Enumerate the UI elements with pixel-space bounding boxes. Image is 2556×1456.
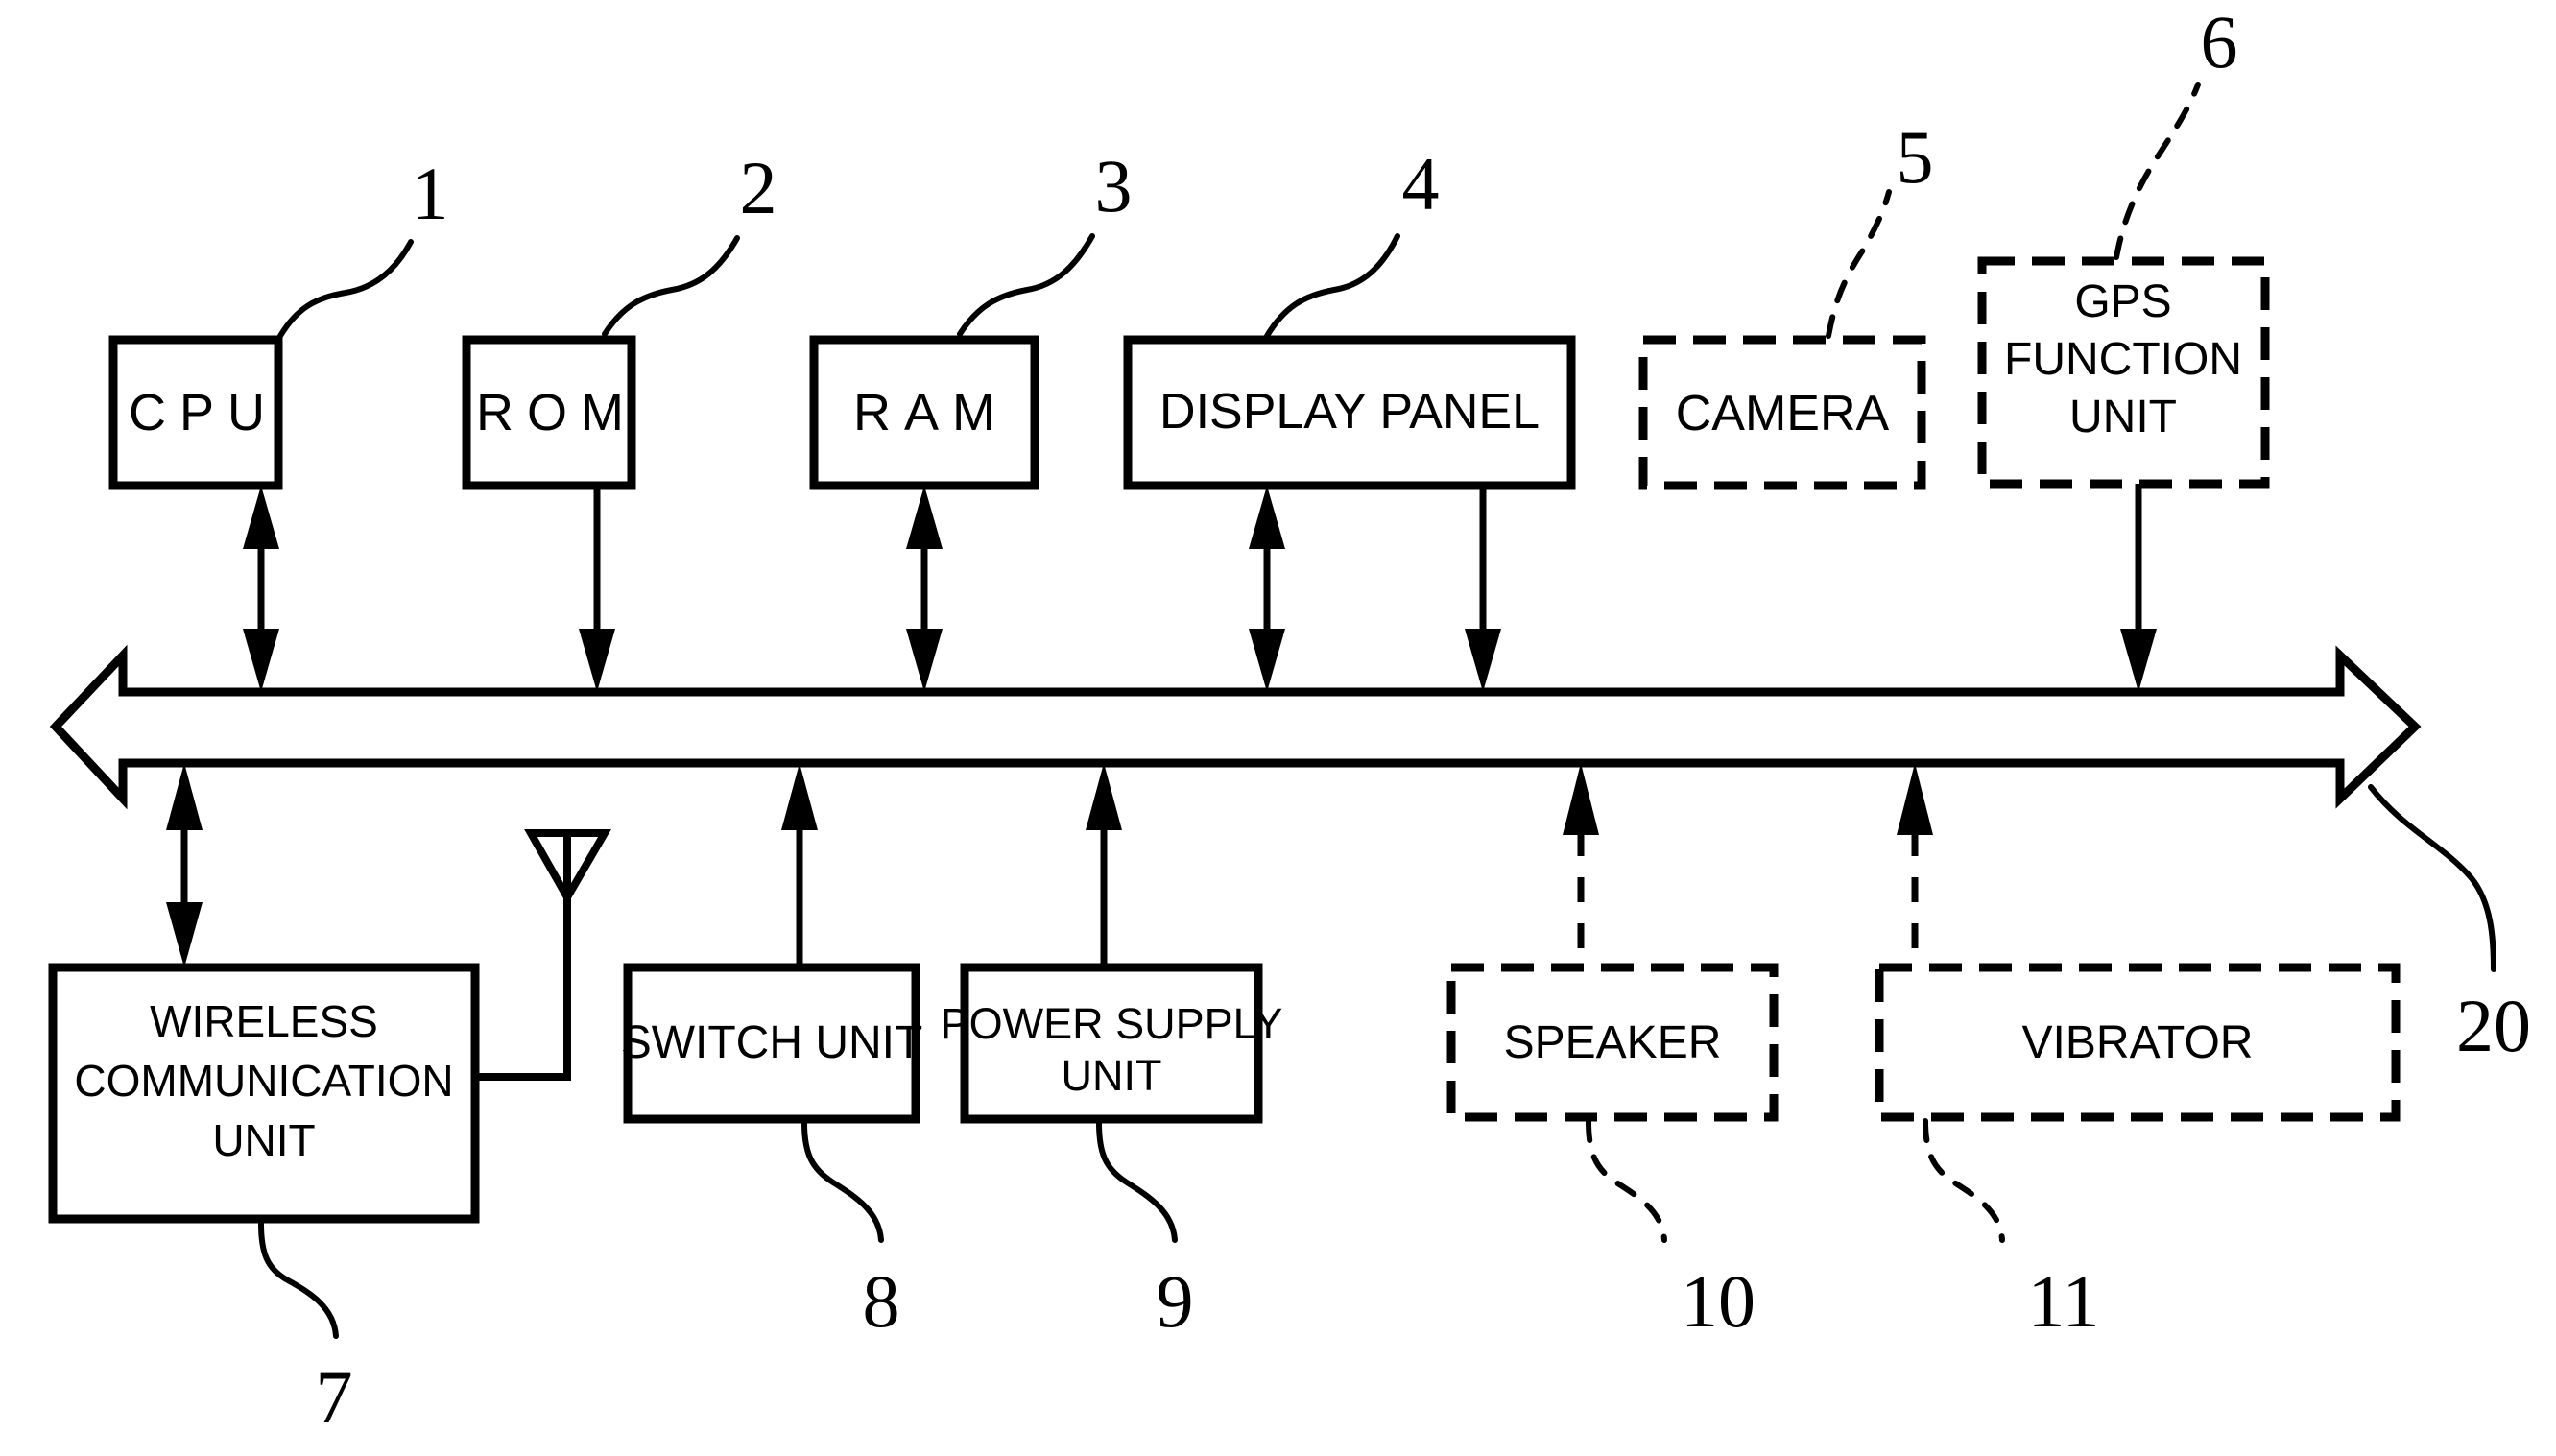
connector-gps-bus: [2120, 484, 2157, 692]
arrowhead-up-switch: [781, 763, 818, 830]
ref-leader-speaker: [1586, 1118, 1667, 1243]
arrowhead-down-camera: [1465, 629, 1501, 692]
arrowhead-up-ram: [906, 486, 943, 549]
block-power-label-line1: POWER SUPPLY: [941, 999, 1283, 1048]
connector-vibrator-bus: [1897, 763, 1933, 967]
connector-switch-bus: [781, 763, 818, 967]
block-power-label-line2: UNIT: [1062, 1051, 1162, 1100]
arrowhead-up-cpu: [243, 486, 279, 549]
arrowhead-up-vibrator: [1897, 763, 1933, 835]
block-vibrator[interactable]: VIBRATOR: [1875, 963, 2401, 1122]
connector-cpu-bus: [243, 486, 279, 692]
ref-leader-power: [1096, 1120, 1178, 1243]
connector-power-bus: [1086, 763, 1122, 967]
block-switch-unit[interactable]: SWITCH UNIT: [621, 963, 923, 1124]
block-speaker[interactable]: SPEAKER: [1446, 963, 1779, 1122]
ref-number-power: 9: [1157, 1259, 1194, 1343]
ref-leader-cpu: [277, 239, 414, 339]
block-switch-unit-label: SWITCH UNIT: [621, 1017, 923, 1068]
block-wireless-communication-unit[interactable]: WIRELESS COMMUNICATION UNIT: [48, 963, 480, 1224]
bus-ref-leader: [2368, 784, 2496, 972]
block-camera[interactable]: CAMERA: [1638, 335, 1926, 490]
block-camera-label: CAMERA: [1676, 386, 1890, 442]
connector-camera-bus: [1465, 486, 1501, 692]
arrowhead-down-wireless: [166, 902, 203, 967]
arrowhead-up-power: [1086, 763, 1122, 830]
arrowhead-down-rom: [579, 629, 615, 692]
block-cpu-label: CPU: [129, 384, 278, 442]
arrowhead-down-gps: [2120, 629, 2157, 692]
ref-number-gps: 6: [2201, 0, 2238, 84]
arrowhead-down-ram: [906, 629, 943, 692]
block-cpu[interactable]: CPU: [108, 335, 283, 490]
block-vibrator-label: VIBRATOR: [2022, 1017, 2254, 1068]
antenna: [475, 829, 611, 1081]
block-gps-label-line3: UNIT: [2069, 392, 2177, 442]
ref-leader-display-panel: [1264, 233, 1400, 339]
connector-speaker-bus: [1563, 763, 1599, 967]
block-wireless-label-line3: UNIT: [212, 1115, 315, 1165]
block-gps-label-line2: FUNCTION: [2004, 334, 2242, 385]
ref-number-bus: 20: [2456, 984, 2531, 1067]
arrowhead-down-display: [1249, 629, 1285, 692]
block-ram[interactable]: RAM: [809, 335, 1039, 490]
connector-wireless-bus: [166, 763, 203, 967]
ref-leader-ram: [957, 233, 1095, 337]
system-bus: [49, 644, 2422, 810]
block-gps-function-unit[interactable]: GPS FUNCTION UNIT: [1977, 256, 2270, 489]
bus-arrow-shape: [49, 644, 2422, 810]
ref-number-vibrator: 11: [2027, 1259, 2099, 1343]
ref-leader-camera: [1826, 189, 1892, 339]
block-wireless-label-line2: COMMUNICATION: [74, 1056, 453, 1106]
ref-number-rom: 2: [740, 146, 777, 229]
arrowhead-up-display: [1249, 486, 1285, 549]
block-display-panel-label: DISPLAY PANEL: [1159, 384, 1540, 440]
arrowhead-up-wireless: [166, 763, 203, 830]
ref-number-cpu: 1: [412, 152, 449, 235]
figure-canvas: 20 CPU 1 ROM 2 RAM 3 DISPLAY PANEL 4 CAM…: [0, 0, 2556, 1456]
ref-number-display-panel: 4: [1402, 142, 1440, 226]
ref-leader-rom: [602, 235, 740, 337]
ref-number-camera: 5: [1897, 115, 1934, 199]
block-diagram: 20 CPU 1 ROM 2 RAM 3 DISPLAY PANEL 4 CAM…: [48, 0, 2531, 1439]
ref-leader-vibrator: [1923, 1118, 2005, 1243]
ref-leader-gps: [2114, 82, 2201, 260]
ref-leader-switch: [801, 1120, 884, 1243]
block-display-panel[interactable]: DISPLAY PANEL: [1123, 335, 1576, 490]
connector-display-bus: [1249, 486, 1285, 692]
ref-number-wireless: 7: [316, 1355, 353, 1439]
block-power-supply-unit[interactable]: POWER SUPPLY UNIT: [941, 963, 1283, 1124]
block-wireless-label-line1: WIRELESS: [150, 996, 378, 1046]
connector-ram-bus: [906, 486, 943, 692]
ref-number-switch: 8: [863, 1259, 900, 1343]
block-gps-label-line1: GPS: [2074, 276, 2171, 327]
ref-number-ram: 3: [1095, 144, 1133, 227]
ref-number-speaker: 10: [1681, 1259, 1756, 1343]
block-speaker-label: SPEAKER: [1504, 1017, 1722, 1068]
ref-leader-wireless: [258, 1221, 339, 1339]
block-rom[interactable]: ROM: [462, 335, 637, 490]
arrowhead-down-cpu: [243, 629, 279, 692]
arrowhead-up-speaker: [1563, 763, 1599, 835]
block-ram-label: RAM: [853, 384, 1009, 442]
connector-rom-bus: [579, 486, 615, 692]
antenna-feed-line: [475, 897, 571, 1081]
block-rom-label: ROM: [476, 384, 637, 442]
